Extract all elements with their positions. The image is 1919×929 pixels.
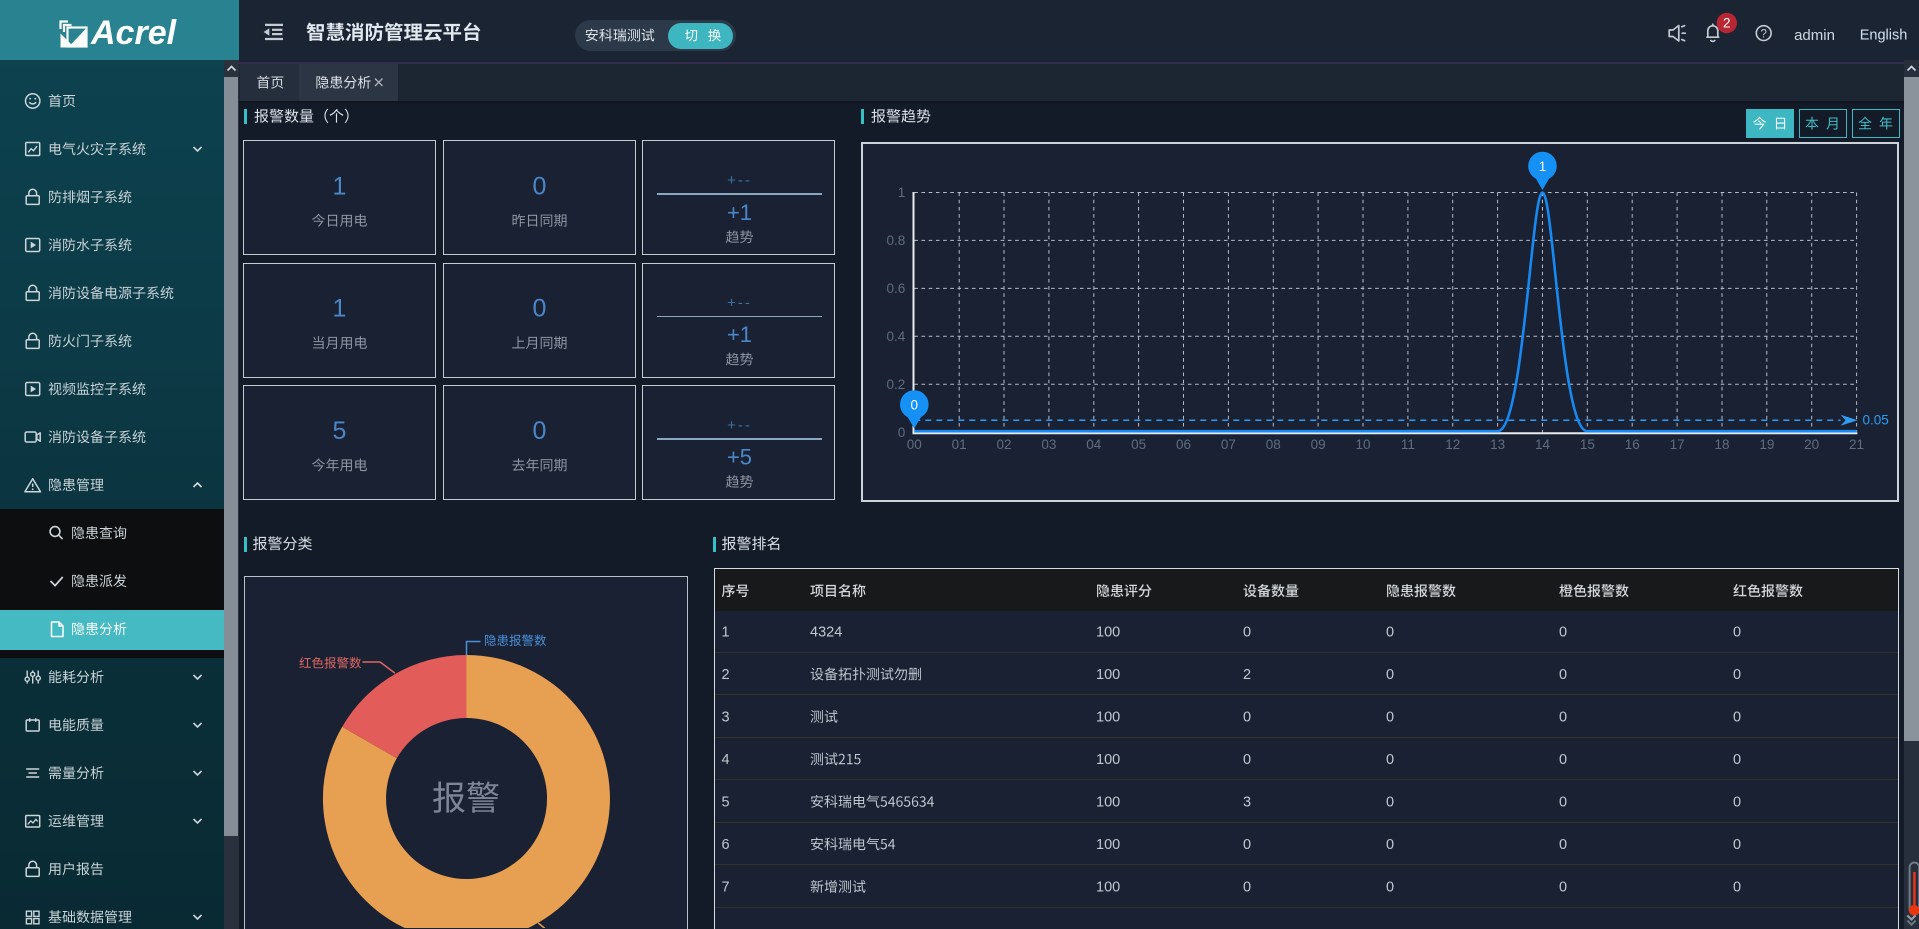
svg-text:100: 100 (1096, 880, 1120, 896)
svg-text:100: 100 (1096, 667, 1120, 683)
svg-text:English: English (1860, 27, 1908, 43)
svg-text:0: 0 (1559, 795, 1567, 811)
svg-text:+--: +-- (727, 294, 752, 311)
svg-text:100: 100 (1096, 752, 1120, 768)
svg-text:0: 0 (1733, 752, 1741, 768)
svg-text:4324: 4324 (810, 625, 842, 641)
svg-text:0: 0 (1386, 710, 1394, 726)
svg-text:1: 1 (333, 172, 347, 200)
svg-text:0: 0 (1559, 625, 1567, 641)
svg-text:0: 0 (1733, 625, 1741, 641)
svg-text:0: 0 (533, 172, 547, 200)
svg-text:0: 0 (533, 417, 547, 445)
svg-text:0: 0 (1733, 795, 1741, 811)
svg-text:6: 6 (722, 837, 730, 853)
svg-text:0: 0 (1559, 667, 1567, 683)
svg-text:0: 0 (1386, 795, 1394, 811)
svg-text:2: 2 (1243, 667, 1251, 683)
svg-text:2: 2 (1723, 16, 1731, 31)
svg-text:100: 100 (1096, 625, 1120, 641)
svg-text:100: 100 (1096, 795, 1120, 811)
svg-text:+1: +1 (727, 200, 752, 225)
svg-text:4: 4 (722, 752, 730, 768)
svg-text:0: 0 (533, 295, 547, 323)
svg-text:5: 5 (333, 417, 347, 445)
svg-text:+--: +-- (727, 172, 752, 189)
svg-text:0: 0 (1386, 837, 1394, 853)
svg-text:0: 0 (1243, 625, 1251, 641)
svg-text:5: 5 (722, 795, 730, 811)
svg-text:7: 7 (722, 880, 730, 896)
svg-text:0: 0 (1243, 880, 1251, 896)
svg-text:0: 0 (1559, 837, 1567, 853)
svg-text:0: 0 (1559, 710, 1567, 726)
svg-text:+--: +-- (727, 417, 752, 434)
svg-text:admin: admin (1794, 27, 1835, 44)
svg-text:0: 0 (1243, 837, 1251, 853)
svg-text:?: ? (1760, 28, 1766, 40)
svg-text:0: 0 (1243, 752, 1251, 768)
svg-text:1: 1 (333, 295, 347, 323)
svg-text:1: 1 (722, 625, 730, 641)
svg-text:0: 0 (1559, 752, 1567, 768)
svg-text:100: 100 (1096, 837, 1120, 853)
svg-text:3: 3 (722, 710, 730, 726)
svg-text:0: 0 (1559, 880, 1567, 896)
svg-text:0: 0 (1386, 752, 1394, 768)
svg-text:0: 0 (1733, 667, 1741, 683)
svg-text:+1: +1 (727, 322, 752, 347)
svg-text:0: 0 (1733, 837, 1741, 853)
svg-text:0: 0 (1243, 710, 1251, 726)
svg-text:0: 0 (1386, 667, 1394, 683)
svg-text:0: 0 (1386, 880, 1394, 896)
svg-text:+5: +5 (727, 445, 752, 470)
svg-text:3: 3 (1243, 795, 1251, 811)
svg-text:100: 100 (1096, 710, 1120, 726)
svg-text:2: 2 (722, 667, 730, 683)
svg-text:0: 0 (1386, 625, 1394, 641)
svg-text:0: 0 (1733, 710, 1741, 726)
svg-text:0: 0 (1733, 880, 1741, 896)
